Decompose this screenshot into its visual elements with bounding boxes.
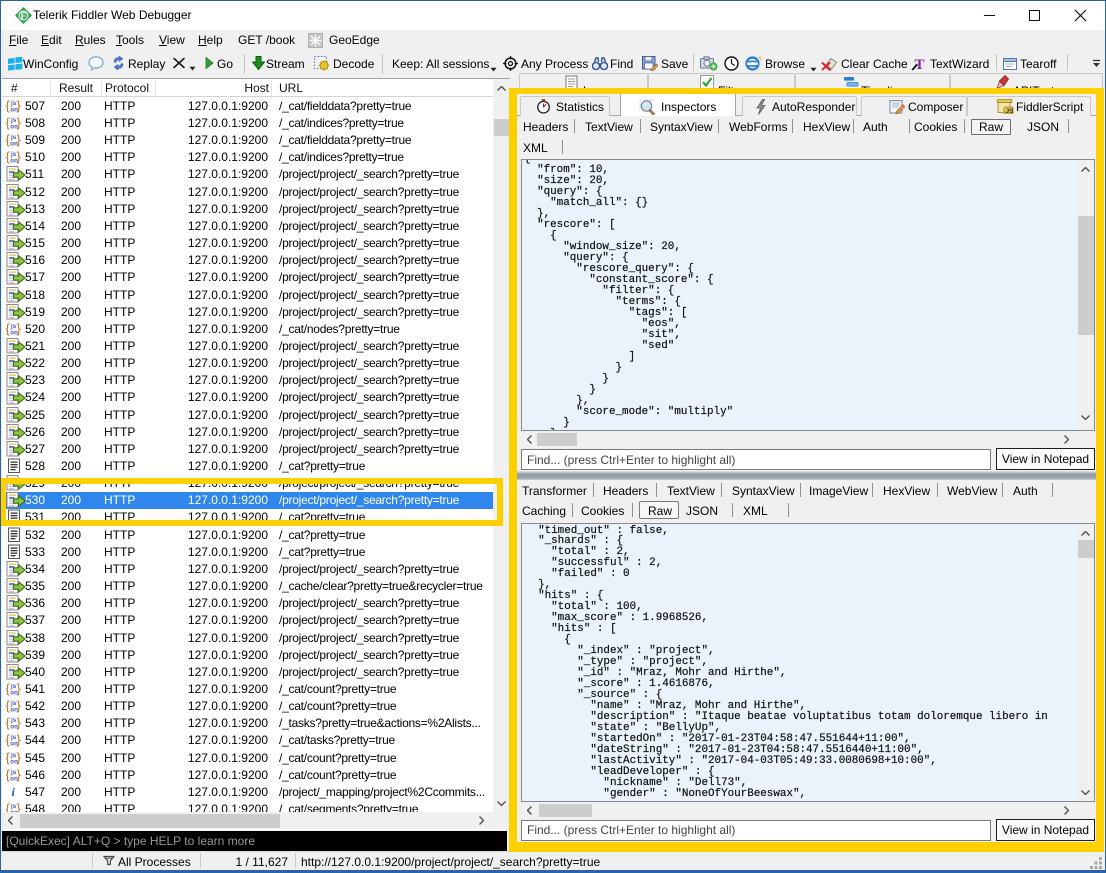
svg-text:on: on <box>10 158 18 165</box>
svg-text:on: on <box>10 689 18 696</box>
svg-text:on: on <box>10 775 18 782</box>
svg-text:on: on <box>10 123 18 130</box>
svg-text:T: T <box>915 57 925 71</box>
svg-text:on: on <box>10 329 18 336</box>
svg-text:on: on <box>10 758 18 765</box>
svg-text:on: on <box>10 106 18 113</box>
svg-text:F: F <box>21 11 27 22</box>
svg-text:on: on <box>10 141 18 148</box>
svg-text:on: on <box>10 741 18 748</box>
svg-text:on: on <box>10 707 18 714</box>
svg-text:on: on <box>10 724 18 731</box>
svg-text:i: i <box>12 785 16 799</box>
